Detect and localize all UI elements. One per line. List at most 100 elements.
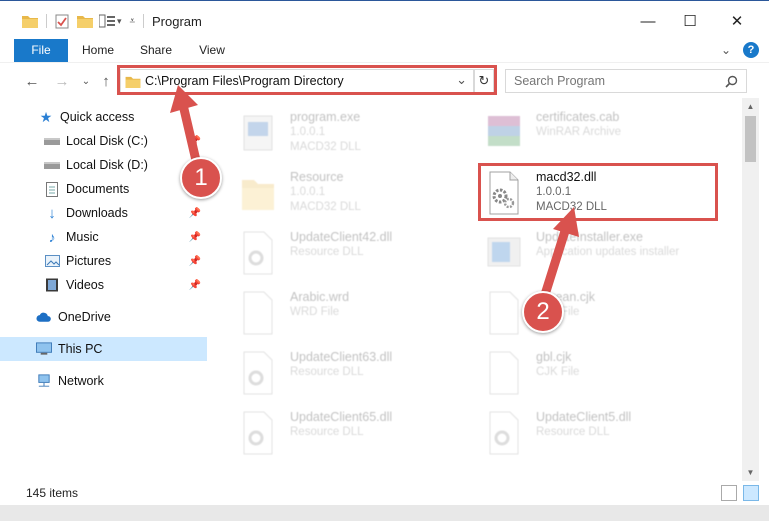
sidebar-item-documents[interactable]: Documents 📌 [0, 177, 207, 201]
sidebar-item-downloads[interactable]: ↓ Downloads 📌 [0, 201, 207, 225]
file-description: MACD32 DLL [290, 201, 361, 213]
scroll-down-icon[interactable]: ▼ [742, 464, 759, 481]
folder-icon [242, 180, 274, 210]
sidebar-item-local-disk-c[interactable]: Local Disk (C:) 📌 [0, 129, 207, 153]
vertical-scrollbar[interactable]: ▲ ▼ [742, 98, 759, 481]
customize-toolbar-icon[interactable]: ⩡ [130, 16, 136, 27]
search-box[interactable] [505, 69, 747, 93]
properties-icon[interactable] [55, 14, 69, 29]
pin-icon[interactable]: 📌 [189, 280, 201, 291]
file-item-updateclient42-dll[interactable]: UpdateClient42.dll Resource DLL [228, 224, 468, 284]
folder-icon[interactable] [22, 14, 38, 28]
up-button[interactable]: ↑ [96, 71, 116, 91]
scroll-thumb[interactable] [745, 116, 756, 162]
file-item-program-exe[interactable]: program.exe 1.0.0.1 MACD32 DLL [228, 104, 468, 164]
file-item-updateinstaller-exe[interactable]: UpdateInstaller.exe Application updates … [474, 224, 714, 284]
layout-dropdown-icon[interactable]: ▾ [117, 16, 122, 27]
file-item-updateclient5-dll[interactable]: UpdateClient5.dll Resource DLL [474, 404, 714, 464]
window-title: Program [152, 14, 202, 29]
drive-icon [44, 133, 60, 149]
file-item-korean-cjk[interactable]: Korean.cjk CJK File [474, 284, 714, 344]
help-icon[interactable]: ? [743, 42, 759, 58]
sidebar-item-label: Network [58, 374, 104, 388]
scroll-up-icon[interactable]: ▲ [742, 98, 759, 115]
sidebar-item-music[interactable]: ♪ Music 📌 [0, 225, 207, 249]
sidebar-item-pictures[interactable]: Pictures 📌 [0, 249, 207, 273]
close-button[interactable]: ✕ [714, 7, 760, 35]
sidebar-item-videos[interactable]: Videos 📌 [0, 273, 207, 297]
pin-icon[interactable]: 📌 [189, 256, 201, 267]
archive-icon [488, 116, 520, 146]
callout-badge-2: 2 [522, 291, 564, 333]
star-icon: ★ [39, 108, 53, 125]
music-icon: ♪ [48, 229, 56, 245]
picture-icon [44, 253, 60, 269]
download-icon: ↓ [48, 204, 56, 222]
file-icon [489, 351, 519, 395]
minimize-button[interactable]: — [625, 7, 671, 35]
file-highlight-box [478, 163, 718, 221]
document-icon [44, 181, 60, 197]
tab-view[interactable]: View [190, 39, 234, 62]
sidebar-item-network[interactable]: Network [0, 369, 207, 393]
pin-icon[interactable]: 📌 [189, 232, 201, 243]
sidebar-item-label: Quick access [60, 110, 135, 124]
sidebar-item-local-disk-d[interactable]: Local Disk (D:) 📌 [0, 153, 207, 177]
file-list[interactable]: program.exe 1.0.0.1 MACD32 DLL certifica… [218, 98, 742, 481]
file-item-resource-folder[interactable]: Resource 1.0.0.1 MACD32 DLL [228, 164, 468, 224]
pin-icon[interactable]: 📌 [189, 136, 201, 147]
dll-icon [243, 231, 273, 275]
file-item-gbl-cjk[interactable]: gbl.cjk CJK File [474, 344, 714, 404]
search-input[interactable] [514, 71, 714, 91]
sidebar-item-label: Local Disk (C:) [66, 134, 148, 148]
toolbar-divider [46, 14, 47, 28]
search-icon[interactable] [725, 75, 738, 88]
sidebar-item-label: Videos [66, 278, 104, 292]
file-item-certificates-cab[interactable]: certificates.cab WinRAR Archive [474, 104, 714, 164]
ribbon-tabs: File Home Share View ⌄ ? [0, 39, 769, 62]
tiles-view-icon[interactable] [743, 485, 759, 501]
view-switcher [721, 485, 759, 501]
sidebar-item-label: Documents [66, 182, 130, 196]
file-type: Resource DLL [290, 246, 364, 258]
layout-icon[interactable] [99, 14, 115, 28]
tab-share[interactable]: Share [132, 39, 180, 62]
sidebar-item-onedrive[interactable]: OneDrive [0, 305, 207, 329]
file-name: program.exe [290, 110, 361, 124]
file-type: CJK File [536, 366, 580, 378]
tab-home[interactable]: Home [74, 39, 122, 62]
back-button[interactable]: ← [22, 71, 42, 91]
title-bar: ▾ ⩡ Program — ☐ ✕ [0, 1, 769, 39]
address-highlight-box [117, 65, 497, 95]
tab-file[interactable]: File [14, 39, 68, 62]
toolbar-divider [143, 14, 145, 28]
new-folder-icon[interactable] [77, 14, 93, 28]
file-type: Resource DLL [536, 426, 610, 438]
file-item-arabic-wrd[interactable]: Arabic.wrd WRD File [228, 284, 468, 344]
taskbar-edge [0, 505, 769, 521]
file-type: Resource DLL [290, 426, 364, 438]
sidebar-item-quick-access[interactable]: ★ Quick access [0, 105, 207, 129]
recent-locations-button[interactable]: ⌄ [76, 71, 96, 91]
file-item-updateclient65-dll[interactable]: UpdateClient65.dll Resource DLL [228, 404, 468, 464]
installer-icon [487, 237, 521, 267]
sidebar-item-this-pc[interactable]: This PC [0, 337, 207, 361]
file-name: UpdateInstaller.exe [536, 230, 644, 244]
file-item-updateclient63-dll[interactable]: UpdateClient63.dll Resource DLL [228, 344, 468, 404]
dll-icon [489, 411, 519, 455]
pin-icon[interactable]: 📌 [189, 208, 201, 219]
drive-icon [44, 157, 60, 173]
file-type: Application updates installer [536, 246, 680, 258]
details-view-icon[interactable] [721, 485, 737, 501]
forward-button[interactable]: → [52, 71, 72, 91]
status-bar: 145 items [0, 481, 769, 505]
expand-ribbon-icon[interactable]: ⌄ [721, 43, 731, 57]
file-name: UpdateClient63.dll [290, 350, 393, 364]
sidebar-item-label: Music [66, 230, 99, 244]
maximize-button[interactable]: ☐ [667, 7, 713, 35]
file-description: MACD32 DLL [290, 141, 361, 153]
file-type: WinRAR Archive [536, 126, 621, 138]
sidebar-item-label: Pictures [66, 254, 112, 268]
file-name: Resource [290, 170, 344, 184]
file-name: UpdateClient65.dll [290, 410, 393, 424]
